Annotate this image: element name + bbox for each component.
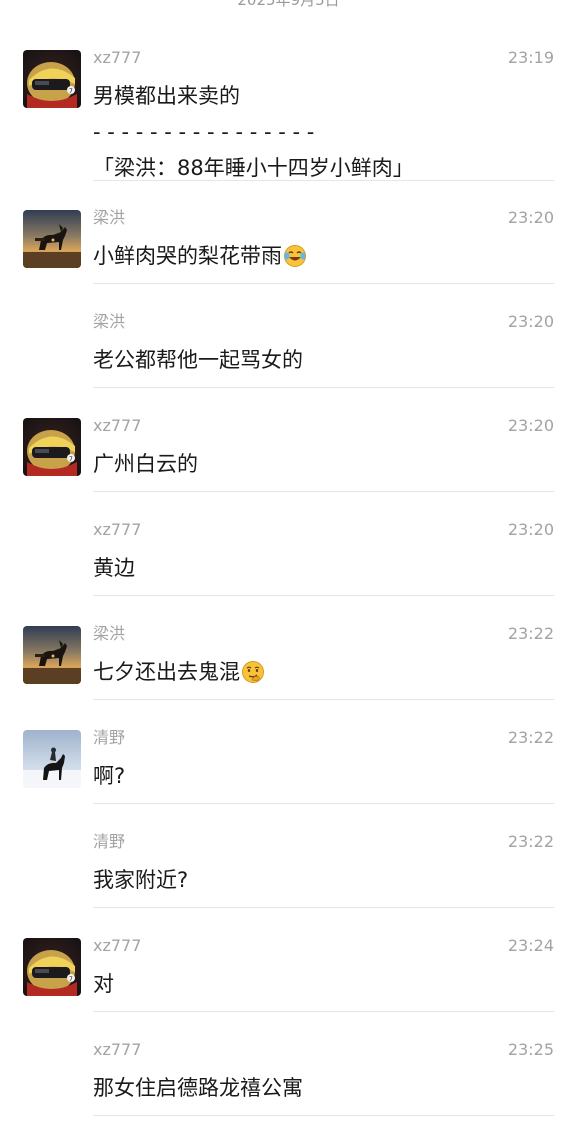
message-time: 23:20 bbox=[507, 416, 554, 435]
message-divider bbox=[93, 180, 554, 181]
message-text: 黄边 bbox=[93, 550, 135, 586]
message-text: 老公都帮他一起骂女的 bbox=[93, 342, 303, 378]
helmet-avatar[interactable]: 7 bbox=[23, 418, 81, 476]
smirk-emoji bbox=[241, 660, 265, 684]
message-time: 23:19 bbox=[507, 48, 554, 67]
helmet-avatar[interactable]: 7 bbox=[23, 938, 81, 996]
message-divider bbox=[93, 595, 554, 596]
horse-snow-avatar[interactable] bbox=[23, 730, 81, 788]
message-divider bbox=[93, 283, 554, 284]
message-divider bbox=[93, 699, 554, 700]
message-divider bbox=[93, 491, 554, 492]
message-text: 男模都出来卖的 - - - - - - - - - - - - - - - - … bbox=[93, 78, 414, 186]
message-content: 老公都帮他一起骂女的 bbox=[93, 348, 303, 372]
message-content: 小鲜肉哭的梨花带雨 bbox=[93, 244, 282, 268]
sender-name: xz777 bbox=[93, 936, 142, 955]
message-text: 广州白云的 bbox=[93, 446, 198, 482]
laugh-cry-emoji bbox=[283, 244, 307, 268]
message-time: 23:22 bbox=[507, 832, 554, 851]
message-divider bbox=[93, 803, 554, 804]
message-content: 广州白云的 bbox=[93, 452, 198, 476]
message-text: 小鲜肉哭的梨花带雨 bbox=[93, 238, 307, 274]
sender-name: xz777 bbox=[93, 1040, 142, 1059]
message-content: 黄边 bbox=[93, 556, 135, 580]
sender-name: 梁洪 bbox=[93, 312, 126, 331]
message-content: 那女住启德路龙禧公寓 bbox=[93, 1076, 303, 1100]
svg-text:7: 7 bbox=[69, 456, 73, 463]
message-divider bbox=[93, 907, 554, 908]
message-time: 23:22 bbox=[507, 624, 554, 643]
date-separator: 2025年9月5日 bbox=[237, 0, 340, 9]
sender-name: 梁洪 bbox=[93, 208, 126, 227]
message-time: 23:24 bbox=[507, 936, 554, 955]
horse-sunset-avatar[interactable] bbox=[23, 210, 81, 268]
message-content: 对 bbox=[93, 972, 114, 996]
message-divider bbox=[93, 1115, 554, 1116]
horse-sunset-avatar[interactable] bbox=[23, 626, 81, 684]
message-text: 我家附近? bbox=[93, 862, 188, 898]
message-text: 那女住启德路龙禧公寓 bbox=[93, 1070, 303, 1106]
message-line: 男模都出来卖的 bbox=[93, 84, 240, 108]
sender-name: 清野 bbox=[93, 832, 126, 851]
message-divider bbox=[93, 1011, 554, 1012]
helmet-avatar[interactable]: 7 bbox=[23, 50, 81, 108]
svg-text:7: 7 bbox=[69, 976, 73, 983]
message-time: 23:20 bbox=[507, 520, 554, 539]
sender-name: 梁洪 bbox=[93, 624, 126, 643]
sender-name: xz777 bbox=[93, 416, 142, 435]
message-content: 啊? bbox=[93, 764, 126, 788]
message-text: 七夕还出去鬼混 bbox=[93, 654, 265, 690]
sender-name: 清野 bbox=[93, 728, 126, 747]
sender-name: xz777 bbox=[93, 520, 142, 539]
message-content: 我家附近? bbox=[93, 868, 189, 892]
message-text: 对 bbox=[93, 966, 114, 1002]
message-divider bbox=[93, 387, 554, 388]
message-time: 23:20 bbox=[507, 208, 554, 227]
message-time: 23:25 bbox=[507, 1040, 554, 1059]
message-line: - - - - - - - - - - - - - - - - bbox=[93, 120, 315, 144]
message-time: 23:20 bbox=[507, 312, 554, 331]
sender-name: xz777 bbox=[93, 48, 142, 67]
message-time: 23:22 bbox=[507, 728, 554, 747]
svg-text:7: 7 bbox=[69, 88, 73, 95]
message-content: 七夕还出去鬼混 bbox=[93, 660, 240, 684]
message-text: 啊? bbox=[93, 758, 125, 794]
